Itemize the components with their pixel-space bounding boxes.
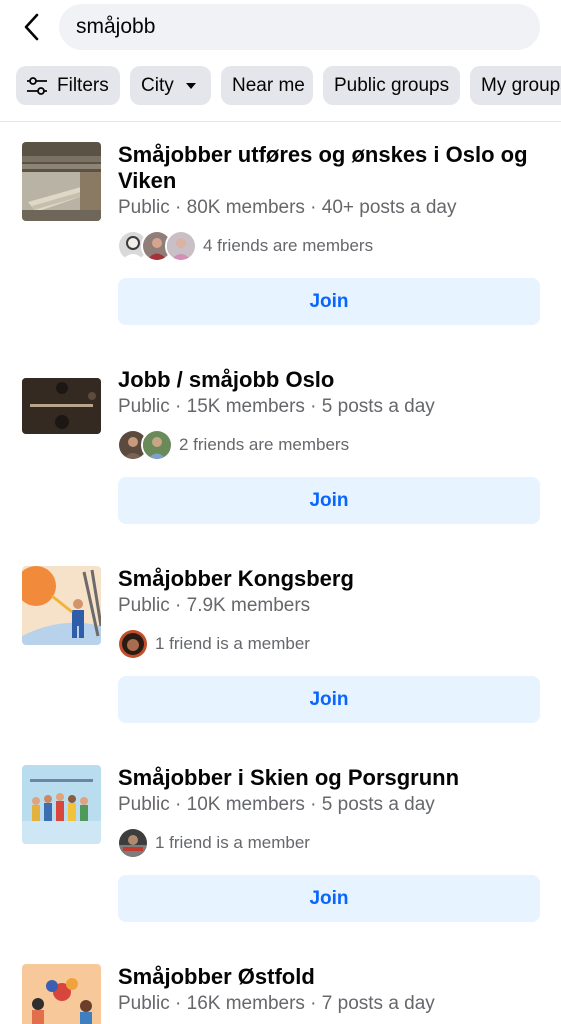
group-meta: Public · 7.9K members [118, 595, 311, 616]
chevron-left-icon [24, 13, 39, 41]
divider [0, 121, 561, 122]
public-groups-chip[interactable]: Public groups [323, 66, 460, 105]
group-name[interactable]: Småjobber utføres og ønskes i Oslo og Vi… [118, 142, 538, 194]
search-query: småjobb [76, 15, 156, 38]
group-meta: Public · 16K members · 7 posts a day [118, 993, 435, 1014]
friend-members: 1 friend is a member [117, 628, 310, 660]
top-bar: småjobb [0, 0, 561, 54]
group-thumbnail[interactable] [22, 566, 101, 645]
friend-members: 1 friend is a member [117, 827, 310, 859]
avatar [117, 827, 149, 859]
friends-text: 1 friend is a member [155, 833, 310, 852]
filters-chip[interactable]: Filters [16, 66, 120, 105]
group-thumbnail[interactable] [22, 142, 101, 221]
group-thumbnail[interactable] [22, 964, 101, 1024]
group-name[interactable]: Småjobber i Skien og Porsgrunn [118, 765, 538, 791]
public-groups-chip-label: Public groups [334, 74, 450, 96]
city-chip[interactable]: City [130, 66, 211, 105]
group-meta: Public · 80K members · 40+ posts a day [118, 197, 457, 218]
search-input[interactable]: småjobb [59, 4, 540, 50]
friend-members: 4 friends are members [117, 230, 373, 262]
near-me-chip[interactable]: Near me [221, 66, 313, 105]
near-me-chip-label: Near me [232, 74, 305, 96]
join-button[interactable]: Join [118, 278, 540, 325]
join-button[interactable]: Join [118, 477, 540, 524]
group-name[interactable]: Småjobber Kongsberg [118, 566, 538, 592]
friends-text: 2 friends are members [179, 435, 350, 454]
friends-text: 1 friend is a member [155, 634, 310, 653]
city-chip-label: City [141, 74, 174, 96]
sliders-icon [27, 76, 47, 95]
back-button[interactable] [14, 8, 50, 46]
caret-down-icon [185, 82, 196, 89]
group-thumbnail[interactable] [22, 765, 101, 844]
avatar [117, 628, 149, 660]
friend-members: 2 friends are members [117, 429, 349, 461]
group-thumbnail[interactable] [22, 378, 101, 434]
my-groups-chip-label: My groups [481, 74, 561, 96]
group-name[interactable]: Jobb / småjobb Oslo [118, 367, 538, 393]
filters-chip-label: Filters [57, 74, 109, 96]
avatar [165, 230, 197, 262]
friends-text: 4 friends are members [203, 236, 374, 255]
group-name[interactable]: Småjobber Østfold [118, 964, 538, 990]
avatar [141, 429, 173, 461]
filter-bar: Filters City Near me Public groups My gr… [0, 66, 561, 106]
join-button[interactable]: Join [118, 676, 540, 723]
join-button[interactable]: Join [118, 875, 540, 922]
group-meta: Public · 15K members · 5 posts a day [118, 396, 435, 417]
my-groups-chip[interactable]: My groups [470, 66, 561, 105]
group-meta: Public · 10K members · 5 posts a day [118, 794, 435, 815]
